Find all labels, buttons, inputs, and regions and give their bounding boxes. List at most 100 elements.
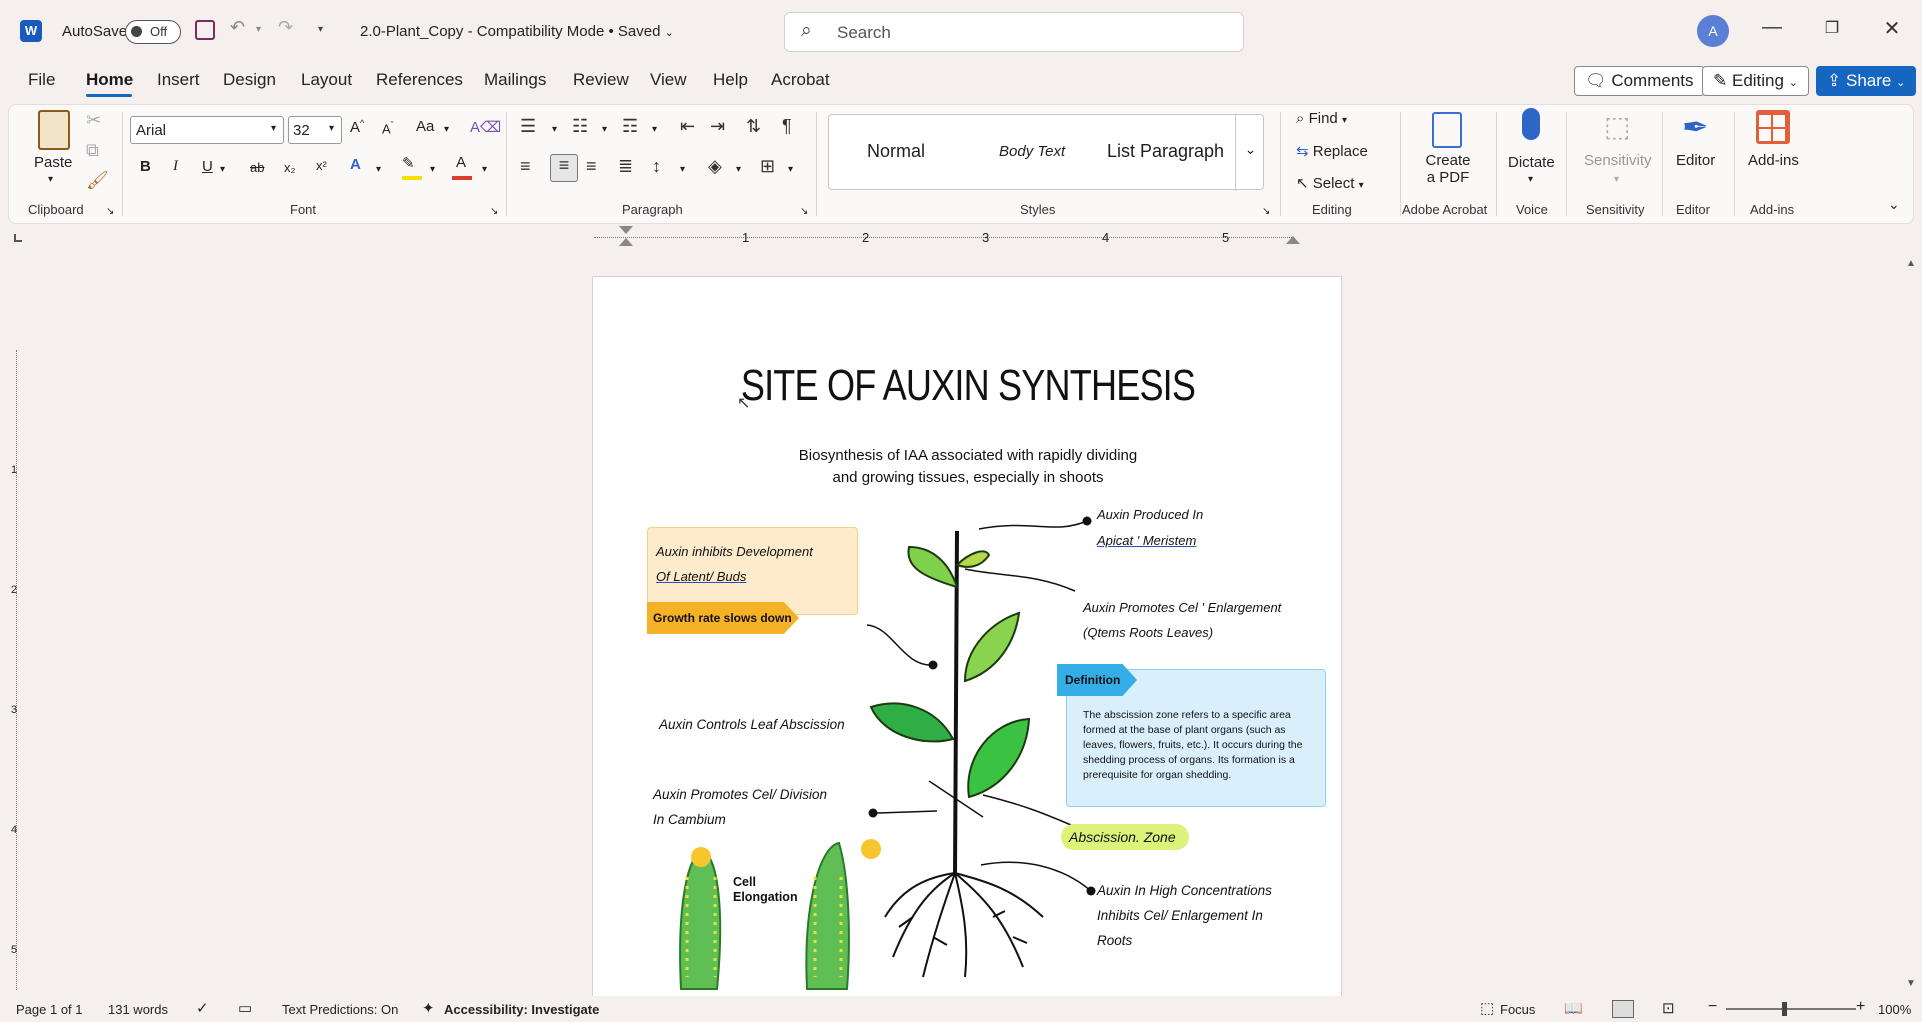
find-button[interactable]: ⌕ Find ▾: [1296, 110, 1347, 127]
tab-mailings[interactable]: Mailings: [484, 70, 546, 90]
zoom-slider-thumb[interactable]: [1782, 1002, 1787, 1016]
addins-button[interactable]: Add-ins: [1748, 152, 1799, 169]
align-left-icon[interactable]: ≡: [520, 156, 531, 177]
dialog-launcher-icon[interactable]: ↘: [800, 206, 808, 217]
numbering-dropdown-icon[interactable]: ▾: [602, 124, 607, 135]
paste-dropdown-icon[interactable]: ▾: [48, 174, 53, 185]
style-list-paragraph[interactable]: List Paragraph: [1107, 141, 1224, 162]
paste-button[interactable]: Paste: [34, 154, 72, 171]
addins-icon[interactable]: [1756, 110, 1790, 144]
accessibility-status[interactable]: Accessibility: Investigate: [444, 1002, 599, 1017]
clear-formatting-icon[interactable]: A⌫: [470, 118, 501, 136]
document-page[interactable]: SITE OF AUXIN SYNTHESIS ↖ Biosynthesis o…: [592, 276, 1342, 998]
bullets-dropdown-icon[interactable]: ▾: [552, 124, 557, 135]
subscript-button[interactable]: x₂: [284, 160, 296, 175]
tab-help[interactable]: Help: [713, 70, 748, 90]
avatar[interactable]: A: [1697, 15, 1729, 47]
tab-insert[interactable]: Insert: [157, 70, 200, 90]
numbering-icon[interactable]: ☷: [572, 116, 588, 137]
dictate-dropdown-icon[interactable]: ▾: [1528, 174, 1533, 185]
zoom-level[interactable]: 100%: [1878, 1002, 1911, 1017]
editor-pen-icon[interactable]: ✒: [1682, 108, 1709, 146]
highlight-dropdown-icon[interactable]: ▾: [430, 164, 435, 175]
clipboard-icon[interactable]: [38, 110, 70, 150]
bullets-icon[interactable]: ☰: [520, 116, 536, 137]
web-layout-icon[interactable]: ⊡: [1662, 999, 1675, 1017]
shrink-font-icon[interactable]: Aˇ: [382, 120, 394, 136]
decrease-indent-icon[interactable]: ⇤: [680, 116, 695, 137]
copy-icon[interactable]: ⧉: [86, 140, 99, 161]
underline-button[interactable]: U: [202, 158, 213, 175]
undo-icon[interactable]: ↶: [230, 17, 245, 38]
font-color-icon[interactable]: A: [456, 154, 466, 171]
autosave-toggle[interactable]: Off: [125, 20, 181, 44]
leaf-abscission-label[interactable]: Auxin Controls Leaf Abscission: [659, 717, 845, 732]
dialog-launcher-icon[interactable]: ↘: [490, 206, 498, 217]
sort-icon[interactable]: ⇅: [746, 116, 761, 137]
underline-dropdown-icon[interactable]: ▾: [220, 164, 225, 175]
document-title[interactable]: 2.0-Plant_Copy - Compatibility Mode • Sa…: [360, 23, 674, 40]
tab-design[interactable]: Design: [223, 70, 276, 90]
scroll-down-icon[interactable]: ▼: [1906, 978, 1916, 989]
vertical-scrollbar[interactable]: ▲ ▼: [1904, 258, 1918, 992]
division-line-2[interactable]: In Cambium: [653, 812, 726, 827]
focus-button[interactable]: Focus: [1500, 1002, 1535, 1017]
collapse-ribbon-icon[interactable]: ⌄: [1888, 196, 1900, 213]
style-body-text[interactable]: Body Text: [999, 143, 1065, 160]
editor-button[interactable]: Editor: [1676, 152, 1715, 169]
text-effects-dropdown-icon[interactable]: ▾: [376, 164, 381, 175]
replace-button[interactable]: ⇆ Replace: [1296, 142, 1368, 160]
close-icon[interactable]: ✕: [1880, 16, 1904, 41]
cell-elongation-line-2[interactable]: Elongation: [733, 890, 798, 904]
select-button[interactable]: ↖ Select ▾: [1296, 174, 1364, 192]
tab-references[interactable]: References: [376, 70, 463, 90]
search-input[interactable]: ⌕ Search: [784, 12, 1244, 52]
style-normal[interactable]: Normal: [867, 141, 925, 162]
text-effects-icon[interactable]: A: [350, 156, 361, 173]
cell-elongation-line-1[interactable]: Cell: [733, 875, 756, 889]
indent-marker[interactable]: [619, 226, 633, 252]
tab-home[interactable]: Home: [86, 70, 133, 90]
enlargement-line-2[interactable]: (Qtems Roots Leaves): [1083, 625, 1213, 640]
tab-view[interactable]: View: [650, 70, 687, 90]
high-conc-line-2[interactable]: Inhibits Cel/ Enlargement In: [1097, 908, 1263, 923]
change-case-dropdown-icon[interactable]: ▾: [444, 124, 449, 135]
microphone-icon[interactable]: [1522, 108, 1540, 140]
high-conc-line-3[interactable]: Roots: [1097, 933, 1132, 948]
zoom-in-icon[interactable]: +: [1856, 998, 1865, 1016]
shading-dropdown-icon[interactable]: ▾: [736, 164, 741, 175]
superscript-button[interactable]: x²: [316, 158, 327, 173]
tab-file[interactable]: File: [28, 70, 55, 90]
read-mode-icon[interactable]: 📖: [1564, 999, 1583, 1017]
page-count[interactable]: Page 1 of 1: [16, 1002, 83, 1017]
editing-mode-button[interactable]: ✎ Editing ⌄: [1702, 66, 1809, 96]
borders-dropdown-icon[interactable]: ▾: [788, 164, 793, 175]
increase-indent-icon[interactable]: ⇥: [710, 116, 725, 137]
italic-button[interactable]: I: [173, 158, 178, 175]
print-layout-icon[interactable]: [1612, 1000, 1634, 1018]
zoom-out-icon[interactable]: −: [1708, 998, 1717, 1016]
save-icon[interactable]: [195, 20, 215, 40]
bold-button[interactable]: B: [140, 158, 151, 175]
create-pdf-icon[interactable]: [1432, 112, 1462, 148]
proofing-icon[interactable]: ✓: [196, 999, 209, 1017]
tab-acrobat[interactable]: Acrobat: [771, 70, 830, 90]
undo-dropdown-icon[interactable]: ▾: [256, 24, 261, 35]
book-icon[interactable]: ▭: [238, 999, 252, 1017]
multilevel-dropdown-icon[interactable]: ▾: [652, 124, 657, 135]
zoom-slider-track[interactable]: [1726, 1008, 1856, 1010]
scroll-up-icon[interactable]: ▲: [1906, 258, 1916, 269]
create-pdf-button[interactable]: Create a PDF: [1424, 152, 1472, 186]
definition-banner[interactable]: Definition: [1057, 664, 1137, 696]
change-case-button[interactable]: Aa: [416, 118, 434, 135]
restore-icon[interactable]: ❐: [1820, 18, 1844, 38]
strikethrough-button[interactable]: ab: [250, 160, 264, 175]
styles-more-icon[interactable]: ⌄: [1235, 115, 1265, 191]
font-name-select[interactable]: Arial ▾: [130, 116, 284, 144]
enlargement-line-1[interactable]: Auxin Promotes Cel ' Enlargement: [1083, 600, 1281, 615]
multilevel-list-icon[interactable]: ☶: [622, 116, 638, 137]
align-right-icon[interactable]: ≡: [586, 156, 597, 177]
dictate-button[interactable]: Dictate: [1508, 154, 1555, 171]
minimize-icon[interactable]: —: [1760, 16, 1784, 39]
abscission-zone-pill[interactable]: Abscission. Zone: [1061, 824, 1189, 850]
